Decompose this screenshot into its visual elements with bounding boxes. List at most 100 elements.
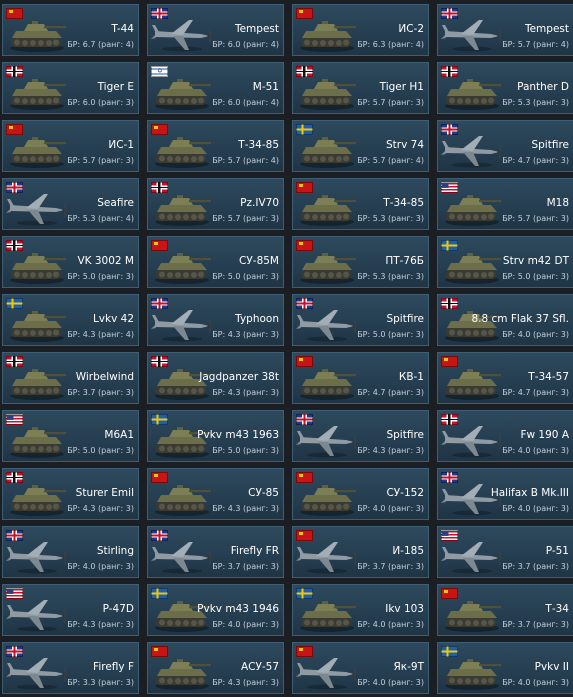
vehicle-card-40[interactable]: P-51 БР: 3.7 (ранг: 3): [437, 526, 573, 578]
vehicle-battle-rating: БР: 4.3 (ранг: 4): [67, 330, 134, 339]
vehicle-battle-rating: БР: 4.3 (ранг: 3): [212, 504, 279, 513]
vehicle-name: Pz.IV70: [240, 197, 279, 209]
vehicle-card-29[interactable]: M6A1 БР: 5.0 (ранг: 3): [2, 410, 139, 462]
vehicle-name: Pvkv m43 1963: [197, 429, 279, 441]
vehicle-card-39[interactable]: И-185 БР: 3.7 (ранг: 3): [292, 526, 429, 578]
vehicle-card-8[interactable]: Panther D БР: 5.3 (ранг: 3): [437, 62, 573, 114]
vehicle-name: VK 3002 M: [77, 255, 134, 267]
vehicle-card-26[interactable]: Jagdpanzer 38t БР: 4.3 (ранг: 3): [147, 352, 284, 404]
plane-icon: [6, 194, 66, 226]
vehicle-card-11[interactable]: Strv 74 БР: 5.7 (ранг: 4): [292, 120, 429, 172]
tank-icon: [10, 21, 66, 52]
tank-icon: [10, 311, 66, 342]
vehicle-card-15[interactable]: Т-34-85 БР: 5.3 (ранг: 3): [292, 178, 429, 230]
vehicle-card-10[interactable]: Т-34-85 БР: 5.7 (ранг: 4): [147, 120, 284, 172]
plane-icon: [441, 20, 501, 52]
vehicle-name: M18: [546, 197, 569, 209]
vehicle-card-30[interactable]: Pvkv m43 1963 БР: 5.0 (ранг: 3): [147, 410, 284, 462]
vehicle-name: Т-34: [545, 603, 569, 615]
vehicle-card-4[interactable]: Tempest БР: 5.7 (ранг: 4): [437, 4, 573, 56]
vehicle-card-37[interactable]: Stirling БР: 4.0 (ранг: 3): [2, 526, 139, 578]
vehicle-card-36[interactable]: Halifax B Mk.III БР: 4.0 (ранг: 3): [437, 468, 573, 520]
vehicle-battle-rating: БР: 4.0 (ранг: 3): [502, 504, 569, 513]
vehicle-card-33[interactable]: Sturer Emil БР: 4.3 (ранг: 3): [2, 468, 139, 520]
tank-icon: [300, 253, 356, 284]
vehicle-card-42[interactable]: Pvkv m43 1946 БР: 4.0 (ранг: 3): [147, 584, 284, 636]
vehicle-name: P-47D: [102, 603, 134, 615]
tank-icon: [155, 79, 211, 110]
vehicle-battle-rating: БР: 4.7 (ранг: 3): [502, 388, 569, 397]
vehicle-card-19[interactable]: ПТ-76Б БР: 5.3 (ранг: 3): [292, 236, 429, 288]
vehicle-battle-rating: БР: 5.7 (ранг: 3): [357, 98, 424, 107]
vehicle-name: Firefly F: [93, 661, 134, 673]
vehicle-name: Strv m42 DT: [502, 255, 569, 267]
tank-icon: [300, 195, 356, 226]
vehicle-battle-rating: БР: 5.3 (ранг: 3): [357, 214, 424, 223]
vehicle-name: M-51: [252, 81, 279, 93]
vehicle-card-44[interactable]: Т-34 БР: 3.7 (ранг: 3): [437, 584, 573, 636]
plane-icon: [6, 658, 66, 690]
tank-icon: [155, 485, 211, 516]
vehicle-card-12[interactable]: Spitfire БР: 4.7 (ранг: 3): [437, 120, 573, 172]
vehicle-battle-rating: БР: 5.7 (ранг: 3): [502, 214, 569, 223]
tank-icon: [10, 427, 66, 458]
vehicle-card-35[interactable]: СУ-152 БР: 4.0 (ранг: 3): [292, 468, 429, 520]
vehicle-battle-rating: БР: 4.0 (ранг: 3): [357, 678, 424, 687]
vehicle-battle-rating: БР: 4.3 (ранг: 3): [212, 330, 279, 339]
tank-icon: [300, 601, 356, 632]
vehicle-card-23[interactable]: Spitfire БР: 5.0 (ранг: 3): [292, 294, 429, 346]
vehicle-card-2[interactable]: Tempest БР: 6.0 (ранг: 4): [147, 4, 284, 56]
vehicle-card-34[interactable]: СУ-85 БР: 4.3 (ранг: 3): [147, 468, 284, 520]
tank-icon: [300, 369, 356, 400]
vehicle-card-5[interactable]: Tiger E БР: 6.0 (ранг: 3): [2, 62, 139, 114]
vehicle-card-47[interactable]: Як-9Т БР: 4.0 (ранг: 3): [292, 642, 429, 694]
vehicle-card-24[interactable]: 8.8 cm Flak 37 Sfl. БР: 4.0 (ранг: 3): [437, 294, 573, 346]
vehicle-card-6[interactable]: M-51 БР: 6.0 (ранг: 4): [147, 62, 284, 114]
vehicle-card-17[interactable]: VK 3002 M БР: 5.0 (ранг: 3): [2, 236, 139, 288]
vehicle-card-46[interactable]: АСУ-57 БР: 4.3 (ранг: 3): [147, 642, 284, 694]
tank-icon: [445, 659, 501, 690]
vehicle-name: Як-9Т: [393, 661, 424, 673]
vehicle-battle-rating: БР: 5.7 (ранг: 4): [502, 40, 569, 49]
vehicle-card-45[interactable]: Firefly F БР: 3.3 (ранг: 3): [2, 642, 139, 694]
vehicle-battle-rating: БР: 5.3 (ранг: 3): [357, 272, 424, 281]
vehicle-card-7[interactable]: Tiger H1 БР: 5.7 (ранг: 3): [292, 62, 429, 114]
vehicle-card-1[interactable]: T-44 БР: 6.7 (ранг: 4): [2, 4, 139, 56]
vehicle-battle-rating: БР: 4.7 (ранг: 3): [357, 388, 424, 397]
vehicle-card-13[interactable]: Seafire БР: 5.3 (ранг: 4): [2, 178, 139, 230]
vehicle-card-27[interactable]: КВ-1 БР: 4.7 (ранг: 3): [292, 352, 429, 404]
vehicle-battle-rating: БР: 5.0 (ранг: 3): [212, 272, 279, 281]
vehicle-card-43[interactable]: Ikv 103 БР: 4.0 (ранг: 3): [292, 584, 429, 636]
vehicle-card-31[interactable]: Spitfire БР: 4.3 (ранг: 3): [292, 410, 429, 462]
vehicle-card-20[interactable]: Strv m42 DT БР: 5.0 (ранг: 3): [437, 236, 573, 288]
vehicle-battle-rating: БР: 4.0 (ранг: 3): [67, 562, 134, 571]
vehicle-battle-rating: БР: 6.0 (ранг: 4): [212, 40, 279, 49]
vehicle-card-3[interactable]: ИС-2 БР: 6.3 (ранг: 4): [292, 4, 429, 56]
vehicle-card-41[interactable]: P-47D БР: 4.3 (ранг: 3): [2, 584, 139, 636]
vehicle-card-21[interactable]: Lvkv 42 БР: 4.3 (ранг: 4): [2, 294, 139, 346]
tank-icon: [155, 253, 211, 284]
vehicle-card-18[interactable]: СУ-85М БР: 5.0 (ранг: 3): [147, 236, 284, 288]
vehicle-card-9[interactable]: ИС-1 БР: 5.7 (ранг: 3): [2, 120, 139, 172]
vehicle-card-38[interactable]: Firefly FR БР: 3.7 (ранг: 3): [147, 526, 284, 578]
tank-icon: [10, 137, 66, 168]
vehicle-card-32[interactable]: Fw 190 A БР: 4.0 (ранг: 3): [437, 410, 573, 462]
tank-icon: [155, 195, 211, 226]
vehicle-name: Halifax B Mk.III: [490, 487, 569, 499]
vehicle-card-14[interactable]: Pz.IV70 БР: 5.7 (ранг: 3): [147, 178, 284, 230]
vehicle-card-48[interactable]: Pvkv II БР: 4.0 (ранг: 3): [437, 642, 573, 694]
vehicle-name: Т-34-85: [383, 197, 424, 209]
vehicle-card-25[interactable]: Wirbelwind БР: 3.7 (ранг: 3): [2, 352, 139, 404]
vehicle-card-16[interactable]: M18 БР: 5.7 (ранг: 3): [437, 178, 573, 230]
vehicle-name: И-185: [392, 545, 424, 557]
vehicle-card-28[interactable]: Т-34-57 БР: 4.7 (ранг: 3): [437, 352, 573, 404]
vehicle-card-22[interactable]: Typhoon БР: 4.3 (ранг: 3): [147, 294, 284, 346]
vehicle-grid: T-44 БР: 6.7 (ранг: 4) Tempest БР: 6.0 (…: [0, 0, 573, 697]
vehicle-battle-rating: БР: 5.0 (ранг: 3): [502, 272, 569, 281]
vehicle-name: Tiger H1: [379, 81, 424, 93]
tank-icon: [10, 253, 66, 284]
vehicle-battle-rating: БР: 5.0 (ранг: 3): [67, 446, 134, 455]
vehicle-name: СУ-85М: [239, 255, 279, 267]
vehicle-name: Lvkv 42: [92, 313, 134, 325]
tank-icon: [155, 137, 211, 168]
